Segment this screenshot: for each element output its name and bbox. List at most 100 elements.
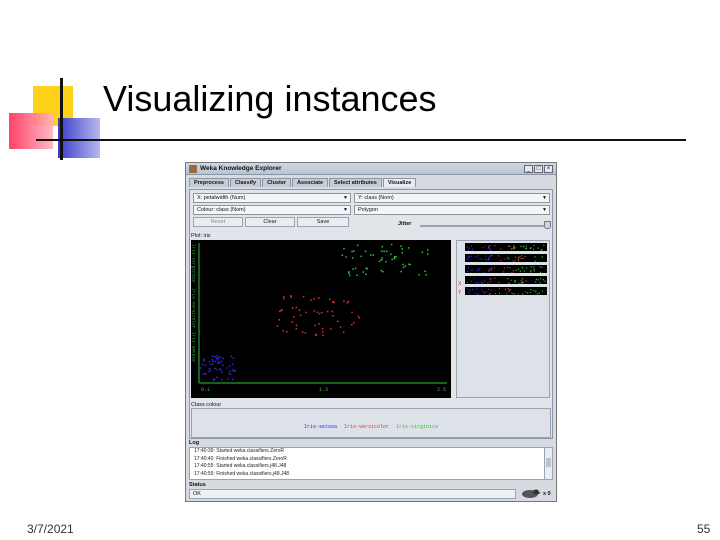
strip-point [499, 292, 501, 294]
strip-point [480, 281, 482, 283]
strip-point [522, 293, 524, 295]
data-point [214, 367, 216, 370]
strip-point [512, 270, 514, 272]
strip-point [485, 245, 487, 247]
jitter-slider-thumb[interactable] [544, 221, 551, 229]
jitter-slider[interactable] [420, 225, 548, 227]
strip-point [525, 280, 527, 282]
tab-visualize[interactable]: Visualize [382, 178, 417, 187]
log-panel[interactable]: 17:40:39: Started weka.classifiers.ZeroR… [189, 447, 553, 480]
weka-bird-icon[interactable] [519, 487, 541, 499]
strip-point [483, 279, 485, 281]
data-point [318, 312, 321, 315]
strip-point [485, 291, 487, 293]
data-point [280, 309, 282, 312]
strip-point [520, 282, 522, 284]
strip-point [523, 246, 525, 248]
strip-point [519, 255, 521, 258]
task-count: x 0 [543, 491, 551, 497]
data-point [208, 368, 211, 370]
strip-point [514, 260, 516, 262]
close-icon[interactable]: × [544, 164, 553, 173]
tab-associate[interactable]: Associate [292, 178, 329, 187]
strip-point [487, 247, 489, 249]
strip-point [507, 277, 509, 280]
strip-point [489, 248, 491, 250]
strip-point [467, 267, 470, 269]
scrollbar-thumb[interactable] [546, 458, 551, 467]
data-point [348, 272, 350, 275]
data-point [203, 358, 205, 360]
data-point [407, 247, 410, 249]
tab-cluster[interactable]: Cluster [262, 178, 292, 187]
data-point [390, 253, 392, 256]
data-point [302, 295, 305, 298]
data-point [329, 298, 331, 300]
strip-point [506, 292, 508, 295]
maximize-icon[interactable]: □ [534, 164, 543, 173]
data-point [291, 307, 294, 309]
strip-point [474, 292, 476, 294]
data-point [295, 324, 298, 327]
strip-point [520, 257, 522, 260]
strip-point [504, 288, 507, 290]
reset-button[interactable]: Reset [193, 217, 243, 227]
strip-point [526, 292, 529, 294]
data-point [276, 325, 279, 327]
data-point [365, 267, 367, 269]
strip-point [477, 255, 479, 257]
x-axis-select[interactable]: X: petalwidth (Num) ▼ [193, 193, 351, 203]
data-point [353, 322, 355, 324]
window-titlebar[interactable]: Weka Knowledge Explorer _ □ × [186, 163, 556, 175]
weka-window: Weka Knowledge Explorer _ □ × Preprocess… [185, 162, 557, 502]
data-point [310, 299, 312, 301]
tab-preprocess[interactable]: Preprocess [189, 178, 229, 187]
strip-point [533, 266, 535, 268]
strip-point [509, 289, 511, 291]
strip-point [490, 270, 492, 272]
save-button[interactable]: Save [297, 217, 349, 227]
strip-point [482, 247, 484, 249]
data-point [385, 260, 387, 263]
strip-point [518, 257, 520, 259]
strip-point [486, 259, 488, 261]
strip-point [494, 292, 496, 295]
data-point [336, 320, 339, 323]
x-axis-value: X: petalwidth (Num) [197, 195, 246, 201]
strip-point [543, 244, 545, 246]
scatter-plot[interactable]: Iris-virginica Iris-versicolor Iris-setosa… [191, 240, 451, 398]
data-point [217, 357, 220, 359]
status-text: OK [189, 489, 516, 499]
data-point [226, 367, 228, 369]
data-point [219, 362, 221, 364]
strip-point [540, 249, 542, 251]
data-point [305, 311, 307, 314]
y-axis-select[interactable]: Y: class (Nom) ▼ [354, 193, 550, 203]
data-point [343, 300, 345, 302]
tab-classify[interactable]: Classify [229, 178, 262, 187]
colour-select[interactable]: Colour: class (Nom) ▼ [193, 205, 351, 215]
strip-point [488, 246, 490, 248]
shape-select[interactable]: Polygon ▼ [354, 205, 550, 215]
attribute-strip[interactable] [465, 276, 547, 284]
attribute-bars-panel[interactable]: X Y [456, 240, 550, 398]
log-scrollbar[interactable] [544, 448, 552, 479]
strip-point [541, 266, 543, 268]
strip-point [484, 258, 486, 261]
colour-value: Colour: class (Nom) [197, 207, 246, 213]
strip-point [491, 255, 493, 257]
data-point [425, 274, 427, 276]
data-point [391, 258, 393, 261]
minimize-icon[interactable]: _ [524, 164, 533, 173]
strip-point [507, 245, 510, 247]
data-point [283, 297, 285, 300]
decor-vertical-line [60, 78, 63, 160]
attribute-strip[interactable] [465, 243, 547, 251]
strip-point [467, 288, 469, 290]
clear-button[interactable]: Clear [245, 217, 295, 227]
strip-point [475, 281, 477, 284]
data-point [353, 250, 355, 252]
strip-point [518, 282, 520, 284]
tab-select-attributes[interactable]: Select attributes [329, 178, 382, 187]
strip-point [466, 246, 468, 248]
